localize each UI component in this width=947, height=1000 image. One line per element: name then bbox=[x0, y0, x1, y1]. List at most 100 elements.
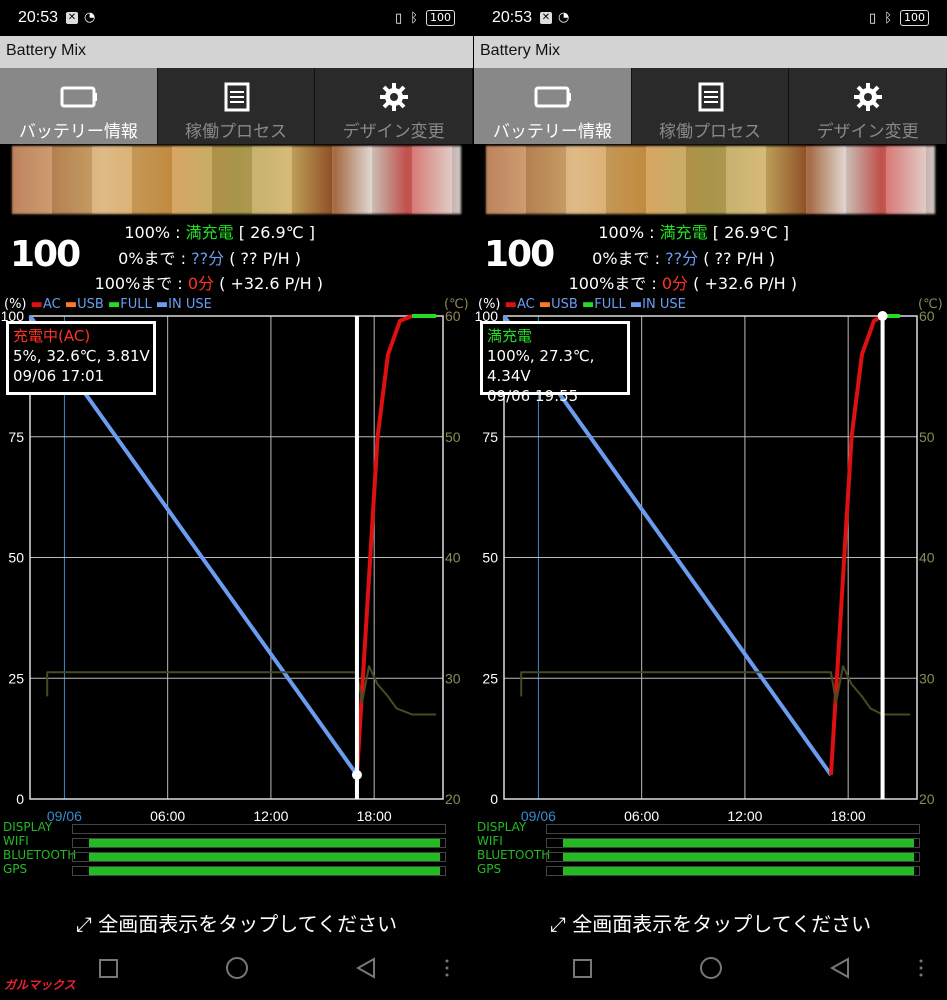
gear-icon bbox=[380, 83, 409, 111]
fullscreen-hint[interactable]: ⤢ 全画面表示をタップしてください bbox=[474, 908, 947, 937]
info-line-1: 100% : 満充電 [ 26.9℃ ] bbox=[124, 219, 315, 243]
status-icons: ▯ ᛒ 100 bbox=[395, 10, 455, 26]
cursor-point bbox=[877, 311, 888, 321]
temperature: [ 26.9℃ ] bbox=[233, 223, 315, 242]
tab-bar: バッテリー情報 稼働プロセス デザイン変更 bbox=[0, 68, 473, 144]
usage-fill bbox=[88, 839, 441, 847]
series-temperature bbox=[520, 665, 911, 716]
menu-dots-icon[interactable] bbox=[919, 959, 923, 977]
y2-tick-label: 50 bbox=[919, 429, 935, 445]
time-to-empty: ??分 bbox=[191, 249, 225, 268]
discharge-rate: ( ?? P/H ) bbox=[698, 249, 775, 268]
list-icon bbox=[698, 82, 724, 112]
usage-row-wifi: WIFI bbox=[0, 834, 473, 848]
tab-label: 稼働プロセス bbox=[659, 122, 761, 142]
temperature: [ 26.9℃ ] bbox=[707, 223, 789, 242]
usage-row-gps: GPS bbox=[0, 862, 473, 876]
wifi-icon: ◔ bbox=[558, 10, 570, 25]
usage-track bbox=[72, 866, 446, 876]
usage-track bbox=[72, 852, 446, 862]
app-titlebar: Battery Mix bbox=[0, 36, 473, 68]
usage-label: BLUETOOTH bbox=[477, 848, 551, 862]
battery-status: 100 bbox=[426, 10, 455, 26]
usage-row-gps: GPS bbox=[474, 862, 947, 876]
usage-track bbox=[546, 824, 920, 834]
usage-label: WIFI bbox=[477, 834, 503, 848]
bluetooth-icon: ᛒ bbox=[884, 10, 892, 26]
usage-row-bluetooth: BLUETOOTH bbox=[0, 848, 473, 862]
usage-row-display: DISPLAY bbox=[0, 820, 473, 834]
y2-tick-label: 60 bbox=[445, 308, 461, 324]
recents-button[interactable] bbox=[573, 959, 592, 978]
y2-tick-label: 40 bbox=[445, 550, 461, 566]
usage-row-bluetooth: BLUETOOTH bbox=[474, 848, 947, 862]
usage-row-wifi: WIFI bbox=[474, 834, 947, 848]
expand-icon: ⤢ bbox=[549, 912, 566, 936]
info-line-3: 100%まで : 0分 ( +32.6 P/H ) bbox=[569, 270, 797, 294]
home-button[interactable] bbox=[700, 957, 722, 979]
nav-bar bbox=[474, 952, 947, 992]
series-temperature bbox=[46, 665, 437, 716]
notification-icon: ✕ bbox=[540, 12, 552, 24]
discharge-rate: ( ?? P/H ) bbox=[224, 249, 301, 268]
tab-battery-info[interactable]: バッテリー情報 bbox=[0, 68, 158, 144]
usage-track bbox=[546, 852, 920, 862]
info-label: 0%まで : bbox=[592, 249, 666, 268]
battery-level: 100 bbox=[484, 234, 555, 275]
tab-battery-info[interactable]: バッテリー情報 bbox=[474, 68, 632, 144]
usage-track bbox=[546, 838, 920, 848]
y2-tick-label: 60 bbox=[919, 308, 935, 324]
usage-label: GPS bbox=[3, 862, 28, 876]
info-line-1: 100% : 満充電 [ 26.9℃ ] bbox=[598, 219, 789, 243]
menu-dots-icon[interactable] bbox=[445, 959, 449, 977]
fullscreen-text: 全画面表示をタップしてください bbox=[98, 912, 398, 936]
tab-bar: バッテリー情報 稼働プロセス デザイン変更 bbox=[474, 68, 947, 144]
back-button[interactable] bbox=[355, 957, 375, 979]
home-button[interactable] bbox=[226, 957, 248, 979]
tab-design[interactable]: デザイン変更 bbox=[315, 68, 473, 144]
tab-processes[interactable]: 稼働プロセス bbox=[157, 68, 316, 144]
time-to-full: 0分 bbox=[187, 274, 215, 293]
status-bar: 20:53 ✕ ◔ ▯ ᛒ 100 bbox=[474, 0, 947, 36]
usage-label: DISPLAY bbox=[477, 820, 527, 834]
y-tick-label: 25 bbox=[482, 670, 498, 686]
charge-rate: ( +32.6 P/H ) bbox=[688, 274, 797, 293]
y2-tick-label: 50 bbox=[445, 429, 461, 445]
recents-button[interactable] bbox=[99, 959, 118, 978]
fullscreen-hint[interactable]: ⤢ 全画面表示をタップしてください bbox=[0, 908, 473, 937]
tab-label: バッテリー情報 bbox=[18, 122, 138, 142]
battery-icon bbox=[534, 86, 571, 108]
status-time: 20:53 bbox=[18, 9, 59, 26]
cursor-point bbox=[351, 769, 362, 780]
tab-label: バッテリー情報 bbox=[492, 122, 612, 142]
usage-track bbox=[72, 824, 446, 834]
usage-label: GPS bbox=[477, 862, 502, 876]
y-tick-label: 0 bbox=[16, 791, 24, 807]
info-label: 0%まで : bbox=[118, 249, 192, 268]
y-tick-label: 25 bbox=[8, 670, 24, 686]
tab-processes[interactable]: 稼働プロセス bbox=[631, 68, 790, 144]
tab-label: デザイン変更 bbox=[816, 122, 919, 142]
back-button[interactable] bbox=[829, 957, 849, 979]
battery-level: 100 bbox=[10, 234, 81, 275]
callout-title: 満充電 bbox=[487, 327, 533, 345]
usage-fill bbox=[562, 853, 915, 861]
callout-time: 09/06 19:55 bbox=[487, 387, 579, 405]
gear-icon bbox=[854, 83, 883, 111]
tab-label: デザイン変更 bbox=[342, 122, 445, 142]
expand-icon: ⤢ bbox=[75, 912, 92, 936]
tab-design[interactable]: デザイン変更 bbox=[789, 68, 947, 144]
y2-tick-label: 40 bbox=[919, 550, 935, 566]
usage-bars: DISPLAY WIFI BLUETOOTH GPS bbox=[474, 818, 947, 880]
tab-label: 稼働プロセス bbox=[185, 122, 287, 142]
fullscreen-text: 全画面表示をタップしてください bbox=[572, 912, 872, 936]
y2-tick-label: 30 bbox=[919, 670, 935, 686]
time-to-empty: ??分 bbox=[665, 249, 699, 268]
usage-label: WIFI bbox=[3, 834, 29, 848]
info-line-2: 0%まで : ??分 ( ?? P/H ) bbox=[592, 245, 775, 269]
y-tick-label: 0 bbox=[490, 791, 498, 807]
watermark: ガルマックス bbox=[4, 978, 76, 992]
screenshot-left: 20:53 ✕ ◔ ▯ ᛒ 100 Battery Mix バッテリー情報 稼働… bbox=[0, 0, 473, 1000]
vibrate-icon: ▯ bbox=[395, 10, 403, 26]
usage-track bbox=[546, 866, 920, 876]
